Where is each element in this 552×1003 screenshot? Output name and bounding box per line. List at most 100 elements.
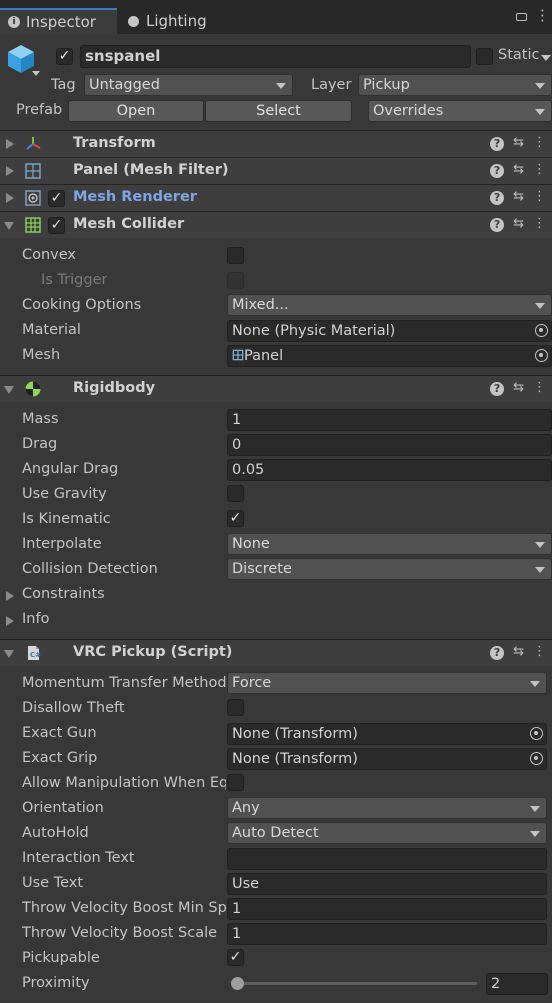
kebab-menu-icon[interactable]: ⋮ <box>533 216 546 232</box>
allow-manipulation-checkbox[interactable] <box>227 774 244 791</box>
tab-inspector[interactable]: i Inspector <box>0 8 117 34</box>
foldout-arrow-icon[interactable] <box>4 650 14 658</box>
info-foldout[interactable]: Info <box>0 611 200 631</box>
exact-grip-value: None (Transform) <box>232 751 358 767</box>
proximity-field[interactable]: 2 <box>486 973 548 995</box>
transform-icon <box>26 137 41 150</box>
component-header-mesh-filter[interactable]: Panel (Mesh Filter) ? ⇆ ⋮ <box>0 157 552 184</box>
help-icon[interactable]: ? <box>490 137 505 151</box>
help-icon[interactable]: ? <box>490 191 505 205</box>
component-title: Rigidbody <box>73 380 156 396</box>
kebab-menu-icon[interactable]: ⋮ <box>533 380 546 396</box>
disallow-theft-checkbox[interactable] <box>227 699 244 716</box>
mesh-value: Panel <box>244 348 284 364</box>
component-header-mesh-renderer[interactable]: ✓ Mesh Renderer ? ⇆ ⋮ <box>0 184 552 211</box>
proximity-slider-track[interactable] <box>231 982 477 985</box>
component-header-rigidbody[interactable]: Rigidbody ? ⇆ ⋮ <box>0 375 552 402</box>
cooking-options-dropdown[interactable]: Mixed... <box>227 294 552 316</box>
chevron-down-icon <box>535 542 545 548</box>
proximity-slider-thumb[interactable] <box>231 977 244 990</box>
checkmark-icon: ✓ <box>229 510 242 526</box>
help-icon[interactable]: ? <box>490 646 505 660</box>
prefab-select-button[interactable]: Select <box>205 100 352 122</box>
throw-boost-scale-field[interactable]: 1 <box>227 923 547 945</box>
mass-field[interactable]: 1 <box>227 409 552 431</box>
enabled-checkbox[interactable]: ✓ <box>48 217 65 234</box>
foldout-arrow-icon[interactable] <box>4 386 14 394</box>
interpolate-dropdown[interactable]: None <box>227 533 552 555</box>
angular-drag-label: Angular Drag <box>22 461 119 477</box>
use-text-field[interactable]: Use <box>227 873 547 895</box>
component-title: Mesh Collider <box>73 216 185 232</box>
preset-sliders-icon[interactable]: ⇆ <box>513 135 524 151</box>
material-label: Material <box>22 322 81 338</box>
kebab-menu-icon[interactable]: ⋮ <box>533 162 546 178</box>
object-name-field[interactable]: snspanel <box>80 45 471 68</box>
kebab-menu-icon[interactable]: ⋮ <box>533 189 546 205</box>
mesh-collider-icon <box>25 217 41 233</box>
component-header-transform[interactable]: Transform ? ⇆ ⋮ <box>0 130 552 157</box>
preset-sliders-icon[interactable]: ⇆ <box>513 380 524 396</box>
prefab-overrides-dropdown[interactable]: Overrides <box>368 100 552 122</box>
collision-detection-dropdown[interactable]: Discrete <box>227 558 552 580</box>
pickupable-checkbox[interactable]: ✓ <box>227 949 244 966</box>
preset-sliders-icon[interactable]: ⇆ <box>513 189 524 205</box>
kebab-menu-icon[interactable]: · · · <box>540 4 545 29</box>
interaction-text-label: Interaction Text <box>22 850 135 866</box>
layer-dropdown[interactable]: Pickup <box>358 74 552 96</box>
preset-sliders-icon[interactable]: ⇆ <box>513 644 524 660</box>
component-header-vrc-pickup[interactable]: C# VRC Pickup (Script) ? ⇆ ⋮ <box>0 639 552 666</box>
throw-boost-min-field[interactable]: 1 <box>227 898 547 920</box>
constraints-foldout[interactable]: Constraints <box>0 586 200 606</box>
drag-field[interactable]: 0 <box>227 434 552 456</box>
active-checkbox[interactable]: ✓ <box>56 48 73 65</box>
exact-grip-field[interactable]: None (Transform) <box>227 748 547 770</box>
component-header-mesh-collider[interactable]: ✓ Mesh Collider ? ⇆ ⋮ <box>0 211 552 238</box>
object-picker-icon[interactable] <box>535 349 548 362</box>
material-field[interactable]: None (Physic Material) <box>227 320 552 342</box>
use-gravity-checkbox[interactable] <box>227 485 244 502</box>
tag-dropdown[interactable]: Untagged <box>84 74 293 96</box>
momentum-transfer-dropdown[interactable]: Force <box>227 672 547 694</box>
help-icon[interactable]: ? <box>490 382 505 396</box>
convex-checkbox[interactable] <box>227 247 244 264</box>
tab-lighting[interactable]: Lighting <box>120 8 230 34</box>
help-icon[interactable]: ? <box>490 218 505 232</box>
tag-value: Untagged <box>89 77 160 93</box>
object-picker-icon[interactable] <box>530 752 543 765</box>
foldout-arrow-icon[interactable] <box>6 139 14 149</box>
material-value: None (Physic Material) <box>232 323 396 339</box>
help-icon[interactable]: ? <box>490 164 505 178</box>
interaction-text-field[interactable] <box>227 848 547 870</box>
prefab-open-button[interactable]: Open <box>68 100 204 122</box>
lock-icon[interactable] <box>516 13 527 21</box>
preset-sliders-icon[interactable]: ⇆ <box>513 162 524 178</box>
foldout-arrow-icon[interactable] <box>6 166 14 176</box>
chevron-down-icon <box>530 681 540 687</box>
foldout-arrow-icon[interactable] <box>4 222 14 230</box>
is-kinematic-checkbox[interactable]: ✓ <box>227 510 244 527</box>
chevron-down-icon[interactable] <box>32 71 40 76</box>
kebab-menu-icon[interactable]: ⋮ <box>533 135 546 151</box>
angular-drag-field[interactable]: 0.05 <box>227 459 552 481</box>
component-title: VRC Pickup (Script) <box>73 644 233 660</box>
static-checkbox[interactable] <box>476 48 493 65</box>
info-label: Info <box>22 611 50 627</box>
enabled-checkbox[interactable]: ✓ <box>48 190 65 207</box>
autohold-dropdown[interactable]: Auto Detect <box>227 822 547 844</box>
kebab-menu-icon[interactable]: ⋮ <box>533 644 546 660</box>
object-picker-icon[interactable] <box>535 324 548 337</box>
static-dropdown-icon[interactable] <box>541 55 551 61</box>
object-picker-icon[interactable] <box>530 727 543 740</box>
component-title: Transform <box>73 135 156 151</box>
mesh-field[interactable]: Panel <box>227 345 552 367</box>
interpolate-value: None <box>232 536 270 552</box>
foldout-arrow-icon[interactable] <box>6 193 14 203</box>
layer-value: Pickup <box>363 77 410 93</box>
allow-manipulation-label: Allow Manipulation When Equipped <box>22 775 226 791</box>
preset-sliders-icon[interactable]: ⇆ <box>513 216 524 232</box>
collision-detection-value: Discrete <box>232 561 292 577</box>
exact-gun-field[interactable]: None (Transform) <box>227 723 547 745</box>
orientation-dropdown[interactable]: Any <box>227 797 547 819</box>
disallow-theft-label: Disallow Theft <box>22 700 125 716</box>
